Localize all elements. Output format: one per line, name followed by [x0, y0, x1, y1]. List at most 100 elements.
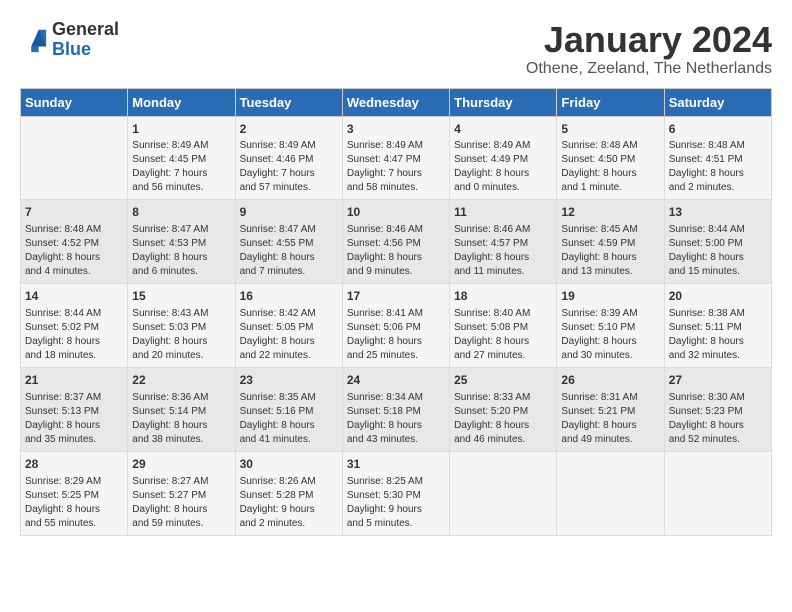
cell-content-line: Daylight: 8 hours — [25, 503, 123, 517]
cell-content-line: Sunset: 5:13 PM — [25, 405, 123, 419]
cell-content-line: Sunset: 5:18 PM — [347, 405, 445, 419]
column-header-friday: Friday — [557, 88, 664, 116]
page-header: General Blue January 2024 Othene, Zeelan… — [20, 20, 772, 78]
cell-content-line: and 1 minute. — [561, 181, 659, 195]
cell-content-line: Sunset: 5:14 PM — [132, 405, 230, 419]
cell-content-line: Sunrise: 8:26 AM — [240, 475, 338, 489]
cell-content-line: Daylight: 8 hours — [669, 335, 767, 349]
calendar-cell: 15Sunrise: 8:43 AMSunset: 5:03 PMDayligh… — [128, 284, 235, 368]
cell-content-line: Sunset: 5:20 PM — [454, 405, 552, 419]
cell-content-line: Sunset: 5:03 PM — [132, 321, 230, 335]
cell-content-line: and 2 minutes. — [669, 181, 767, 195]
day-number: 7 — [25, 204, 123, 221]
cell-content-line: Sunset: 4:53 PM — [132, 237, 230, 251]
day-number: 23 — [240, 372, 338, 389]
cell-content-line: Sunset: 5:27 PM — [132, 489, 230, 503]
cell-content-line: Daylight: 8 hours — [240, 251, 338, 265]
day-number: 26 — [561, 372, 659, 389]
calendar-cell: 9Sunrise: 8:47 AMSunset: 4:55 PMDaylight… — [235, 200, 342, 284]
cell-content-line: Daylight: 8 hours — [561, 335, 659, 349]
calendar-row: 14Sunrise: 8:44 AMSunset: 5:02 PMDayligh… — [21, 284, 772, 368]
cell-content-line: Daylight: 8 hours — [132, 335, 230, 349]
cell-content-line: Daylight: 8 hours — [132, 251, 230, 265]
day-number: 13 — [669, 204, 767, 221]
calendar-cell: 6Sunrise: 8:48 AMSunset: 4:51 PMDaylight… — [664, 116, 771, 200]
cell-content-line: Sunrise: 8:34 AM — [347, 391, 445, 405]
cell-content-line: and 43 minutes. — [347, 433, 445, 447]
cell-content-line: and 5 minutes. — [347, 517, 445, 531]
calendar-cell: 31Sunrise: 8:25 AMSunset: 5:30 PMDayligh… — [342, 451, 449, 535]
cell-content-line: Sunset: 4:46 PM — [240, 153, 338, 167]
cell-content-line: Sunset: 5:10 PM — [561, 321, 659, 335]
cell-content-line: Sunrise: 8:48 AM — [561, 139, 659, 153]
day-number: 25 — [454, 372, 552, 389]
cell-content-line: and 46 minutes. — [454, 433, 552, 447]
cell-content-line: and 6 minutes. — [132, 265, 230, 279]
day-number: 18 — [454, 288, 552, 305]
cell-content-line: and 32 minutes. — [669, 349, 767, 363]
day-number: 17 — [347, 288, 445, 305]
column-header-wednesday: Wednesday — [342, 88, 449, 116]
cell-content-line: Sunrise: 8:49 AM — [132, 139, 230, 153]
cell-content-line: and 22 minutes. — [240, 349, 338, 363]
calendar-cell: 28Sunrise: 8:29 AMSunset: 5:25 PMDayligh… — [21, 451, 128, 535]
calendar-cell: 18Sunrise: 8:40 AMSunset: 5:08 PMDayligh… — [450, 284, 557, 368]
cell-content-line: Sunset: 4:45 PM — [132, 153, 230, 167]
day-number: 31 — [347, 456, 445, 473]
calendar-cell: 11Sunrise: 8:46 AMSunset: 4:57 PMDayligh… — [450, 200, 557, 284]
cell-content-line: Sunrise: 8:36 AM — [132, 391, 230, 405]
calendar-cell: 21Sunrise: 8:37 AMSunset: 5:13 PMDayligh… — [21, 367, 128, 451]
day-number: 3 — [347, 121, 445, 138]
calendar-cell: 13Sunrise: 8:44 AMSunset: 5:00 PMDayligh… — [664, 200, 771, 284]
cell-content-line: and 0 minutes. — [454, 181, 552, 195]
cell-content-line: and 35 minutes. — [25, 433, 123, 447]
cell-content-line: Sunrise: 8:49 AM — [240, 139, 338, 153]
calendar-cell: 20Sunrise: 8:38 AMSunset: 5:11 PMDayligh… — [664, 284, 771, 368]
calendar-cell: 24Sunrise: 8:34 AMSunset: 5:18 PMDayligh… — [342, 367, 449, 451]
cell-content-line: Daylight: 8 hours — [132, 419, 230, 433]
cell-content-line: and 30 minutes. — [561, 349, 659, 363]
day-number: 11 — [454, 204, 552, 221]
cell-content-line: Daylight: 8 hours — [454, 335, 552, 349]
column-header-tuesday: Tuesday — [235, 88, 342, 116]
day-number: 22 — [132, 372, 230, 389]
cell-content-line: Sunset: 4:51 PM — [669, 153, 767, 167]
logo: General Blue — [20, 20, 119, 60]
calendar-cell: 22 Sunrise: 8:36 AMSunset: 5:14 PMDayligh… — [128, 367, 235, 451]
cell-content-line: Sunrise: 8:30 AM — [669, 391, 767, 405]
cell-content-line: Sunrise: 8:46 AM — [454, 223, 552, 237]
cell-content-line: Sunset: 4:55 PM — [240, 237, 338, 251]
cell-content-line: Sunset: 4:52 PM — [25, 237, 123, 251]
cell-content-line: Daylight: 8 hours — [25, 335, 123, 349]
calendar-body: 1Sunrise: 8:49 AMSunset: 4:45 PMDaylight… — [21, 116, 772, 535]
day-number: 24 — [347, 372, 445, 389]
cell-content-line: Sunrise: 8:31 AM — [561, 391, 659, 405]
cell-content-line: Sunset: 5:05 PM — [240, 321, 338, 335]
cell-content-line: Sunrise: 8:33 AM — [454, 391, 552, 405]
cell-content-line: Sunset: 5:06 PM — [347, 321, 445, 335]
calendar-cell: 29Sunrise: 8:27 AMSunset: 5:27 PMDayligh… — [128, 451, 235, 535]
calendar-cell — [450, 451, 557, 535]
cell-content-line: Sunrise: 8:44 AM — [25, 307, 123, 321]
cell-content-line: Sunset: 4:47 PM — [347, 153, 445, 167]
calendar-cell: 16Sunrise: 8:42 AMSunset: 5:05 PMDayligh… — [235, 284, 342, 368]
calendar-cell: 3Sunrise: 8:49 AMSunset: 4:47 PMDaylight… — [342, 116, 449, 200]
cell-content-line: Sunrise: 8:49 AM — [454, 139, 552, 153]
day-number: 4 — [454, 121, 552, 138]
day-number: 29 — [132, 456, 230, 473]
cell-content-line: Sunset: 5:30 PM — [347, 489, 445, 503]
cell-content-line: and 20 minutes. — [132, 349, 230, 363]
calendar-cell: 8Sunrise: 8:47 AMSunset: 4:53 PMDaylight… — [128, 200, 235, 284]
cell-content-line: Sunrise: 8:49 AM — [347, 139, 445, 153]
page-subtitle: Othene, Zeeland, The Netherlands — [526, 60, 772, 78]
day-number: 19 — [561, 288, 659, 305]
day-number: 14 — [25, 288, 123, 305]
cell-content-line: Daylight: 8 hours — [669, 167, 767, 181]
cell-content-line: Sunrise: 8:48 AM — [25, 223, 123, 237]
cell-content-line: Sunrise: 8:44 AM — [669, 223, 767, 237]
page-title: January 2024 — [526, 20, 772, 60]
calendar-table: SundayMondayTuesdayWednesdayThursdayFrid… — [20, 88, 772, 536]
cell-content-line: Daylight: 8 hours — [561, 251, 659, 265]
cell-content-line: Daylight: 9 hours — [240, 503, 338, 517]
cell-content-line: Daylight: 8 hours — [240, 419, 338, 433]
